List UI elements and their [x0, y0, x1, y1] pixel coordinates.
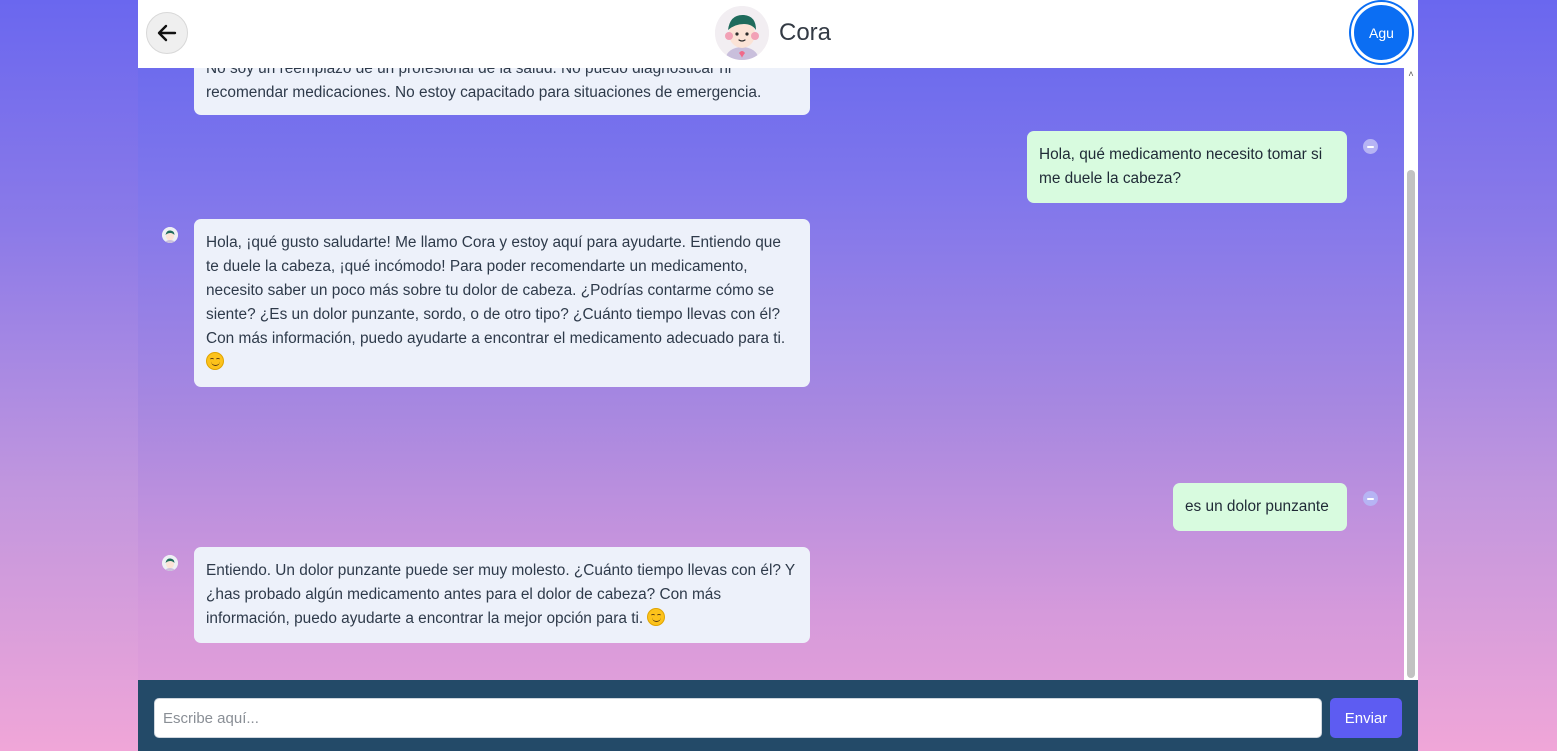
smiling-face-icon: [206, 352, 224, 370]
chat-header: Cora Agu: [138, 0, 1418, 68]
arrow-left-icon: [157, 24, 177, 42]
message-text: No soy un reemplazo de un profesional de…: [206, 68, 762, 101]
message-text: Hola, ¡qué gusto saludarte! Me llamo Cor…: [206, 234, 786, 347]
message-text: Hola, qué medicamento necesito tomar si …: [1039, 146, 1323, 187]
user-message-avatar-icon: [1363, 491, 1378, 506]
message-list[interactable]: No soy un reemplazo de un profesional de…: [138, 68, 1404, 680]
message-text: Entiendo. Un dolor punzante puede ser mu…: [206, 562, 795, 627]
user-message-avatar-icon: [1363, 139, 1378, 154]
back-button[interactable]: [146, 12, 188, 54]
smiling-face-icon: [647, 608, 666, 626]
user-message: es un dolor punzante: [1173, 483, 1347, 531]
chat-title-group: Cora: [715, 4, 831, 62]
message-scrollbar[interactable]: ˄: [1404, 68, 1418, 680]
send-button[interactable]: Enviar: [1330, 698, 1402, 738]
bot-message-avatar-icon: [162, 227, 178, 243]
bot-message-avatar-icon: [162, 555, 178, 571]
composer-bar: Enviar: [138, 680, 1418, 751]
message-text: es un dolor punzante: [1185, 498, 1329, 515]
scrollbar-thumb[interactable]: [1407, 170, 1415, 678]
chat-app: Cora Agu No soy un reemplazo de un profe…: [138, 0, 1418, 751]
user-avatar[interactable]: Agu: [1351, 2, 1412, 63]
cora-avatar: [715, 6, 769, 60]
bot-message: Entiendo. Un dolor punzante puede ser mu…: [194, 547, 810, 643]
bot-message: Hola, ¡qué gusto saludarte! Me llamo Cor…: [194, 219, 810, 387]
message-input[interactable]: [154, 698, 1322, 738]
bot-message: No soy un reemplazo de un profesional de…: [194, 68, 810, 115]
user-message: Hola, qué medicamento necesito tomar si …: [1027, 131, 1347, 203]
chat-title: Cora: [779, 19, 832, 46]
scroll-up-arrow-icon[interactable]: ˄: [1407, 70, 1415, 79]
